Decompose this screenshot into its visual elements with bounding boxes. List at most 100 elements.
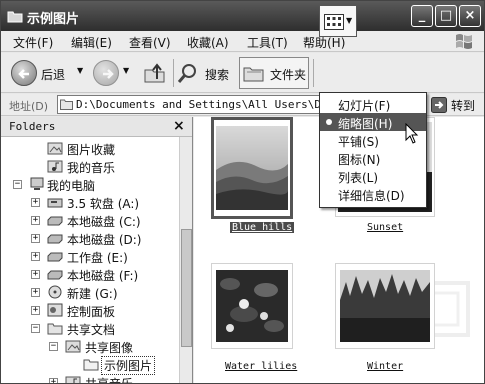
go-button[interactable]: 转到	[429, 96, 483, 114]
window-title: 示例图片	[27, 12, 80, 27]
floppy-drive-icon	[47, 198, 63, 208]
folders-pane: Folders × 图片收藏 我的音乐 − 我的电脑 + 3.5 软盘 (A:)…	[1, 117, 193, 383]
thumbnail-caption[interactable]: Winter	[367, 361, 403, 372]
menu-bar: 文件(F) 编辑(E) 查看(V) 收藏(A) 工具(T) 帮助(H)	[1, 31, 484, 52]
folders-button[interactable]: 文件夹	[239, 57, 309, 89]
tree-item-my-computer[interactable]: − 我的电脑	[1, 175, 179, 193]
cd-drive-icon	[48, 285, 62, 299]
toolbar-separator	[173, 59, 174, 87]
scrollbar-thumb[interactable]	[181, 229, 192, 347]
expand-icon[interactable]: +	[31, 270, 40, 279]
folders-label: 文件夹	[270, 68, 307, 82]
tree-item-label: 共享音乐	[85, 375, 133, 383]
expand-icon[interactable]: +	[31, 306, 40, 315]
tree-item-drive-c[interactable]: + 本地磁盘 (C:)	[1, 211, 179, 229]
collapse-icon[interactable]: −	[49, 342, 58, 351]
back-dropdown-icon[interactable]: ▼	[77, 66, 83, 75]
tree-item-label: 我的电脑	[47, 179, 96, 193]
views-grid-icon	[324, 14, 344, 30]
thumbnail-water-lilies[interactable]	[211, 263, 293, 349]
tree-item-control-panel[interactable]: + 控制面板	[1, 301, 179, 319]
address-label: 地址(D)	[9, 100, 49, 113]
pictures-folder-icon	[47, 142, 63, 155]
views-menu-item-label: 图标(N)	[338, 153, 381, 167]
tree-item-floppy[interactable]: + 3.5 软盘 (A:)	[1, 193, 179, 211]
tree-item-label: 工作盘 (E:)	[67, 251, 128, 265]
folders-scrollbar[interactable]	[179, 137, 192, 383]
menu-file[interactable]: 文件(F)	[13, 34, 53, 51]
maximize-button[interactable]: □	[435, 5, 457, 27]
collapse-icon[interactable]: −	[31, 324, 40, 333]
tree-item-label: 3.5 软盘 (A:)	[67, 197, 140, 211]
selected-bullet-icon	[326, 119, 332, 125]
address-input[interactable]: D:\Documents and Settings\All Users\Docu…	[57, 95, 327, 114]
thumbnail-blue-hills[interactable]	[211, 117, 293, 219]
collapse-icon[interactable]: −	[13, 180, 22, 189]
tree-item-label: 控制面板	[67, 305, 116, 319]
thumbnail-winter[interactable]	[335, 263, 435, 349]
explorer-window: 示例图片 _ □ × 文件(F) 编辑(E) 查看(V) 收藏(A) 工具(T)…	[0, 0, 485, 384]
tree-item-label: 我的音乐	[67, 161, 116, 175]
views-menu-item-label: 列表(L)	[338, 171, 379, 185]
thumbnail-caption[interactable]: Water lilies	[225, 361, 297, 372]
search-button[interactable]: 搜索	[177, 57, 233, 89]
tree-item-label: 新建 (G:)	[67, 287, 118, 301]
expand-icon[interactable]: +	[31, 252, 40, 261]
tree-item-label: 本地磁盘 (F:)	[67, 269, 139, 283]
thumbnail-caption[interactable]: Sunset	[367, 222, 403, 233]
title-bar[interactable]: 示例图片 _ □ ×	[1, 1, 484, 31]
tree-item-label: 共享文档	[67, 323, 116, 337]
tree-item-shared-docs[interactable]: − 共享文档	[1, 319, 179, 337]
expand-icon[interactable]: +	[49, 378, 58, 383]
forward-arrow-icon	[93, 60, 119, 86]
expand-icon[interactable]: +	[31, 198, 40, 207]
up-folder-icon	[144, 63, 165, 83]
toolbar: 后退 ▼ ▼ 搜索 文件夹	[1, 53, 484, 93]
search-label: 搜索	[205, 68, 230, 82]
tree-item-drive-f[interactable]: + 本地磁盘 (F:)	[1, 265, 179, 283]
menu-edit[interactable]: 编辑(E)	[71, 34, 112, 51]
tree-item-shared-music[interactable]: + 共享音乐	[1, 373, 179, 383]
tree-item-shared-pictures[interactable]: − 共享图像	[1, 337, 179, 355]
windows-flag-icon	[456, 34, 472, 49]
expand-icon[interactable]: +	[31, 216, 40, 225]
tree-item-music[interactable]: 我的音乐	[1, 157, 179, 175]
tree-item-drive-d[interactable]: + 本地磁盘 (D:)	[1, 229, 179, 247]
folders-pane-header: Folders ×	[1, 117, 192, 137]
tree-item-label: 本地磁盘 (D:)	[67, 233, 142, 247]
tree-item-pictures[interactable]: 图片收藏	[1, 139, 179, 157]
expand-icon[interactable]: +	[31, 288, 40, 297]
expand-icon[interactable]: +	[31, 234, 40, 243]
go-label: 转到	[451, 99, 476, 113]
close-icon[interactable]: ×	[173, 118, 185, 134]
views-menu-item-filmstrip[interactable]: 幻灯片(F)	[320, 95, 426, 113]
folders-pane-title: Folders	[9, 120, 56, 133]
hard-drive-icon	[47, 252, 63, 262]
views-menu-item-details[interactable]: 详细信息(D)	[320, 185, 426, 203]
back-button[interactable]: 后退 ▼	[7, 57, 91, 89]
go-arrow-icon	[431, 97, 447, 113]
up-button[interactable]	[141, 57, 169, 89]
views-menu-item-label: 幻灯片(F)	[338, 99, 391, 113]
water-lilies-image	[216, 270, 288, 342]
music-folder-icon	[47, 160, 63, 173]
views-menu-item-icons[interactable]: 图标(N)	[320, 149, 426, 167]
back-arrow-icon	[11, 60, 37, 86]
views-button[interactable]: ▼	[319, 5, 357, 37]
menu-view[interactable]: 查看(V)	[129, 34, 171, 51]
views-menu-item-label: 平铺(S)	[338, 135, 379, 149]
forward-button[interactable]: ▼	[93, 57, 137, 89]
thumbnail-caption[interactable]: Blue hills	[230, 222, 295, 233]
hard-drive-icon	[47, 216, 63, 226]
tree-item-drive-e[interactable]: + 工作盘 (E:)	[1, 247, 179, 265]
views-menu-item-list[interactable]: 列表(L)	[320, 167, 426, 185]
menu-favorites[interactable]: 收藏(A)	[187, 34, 229, 51]
tree-item-sample-pictures[interactable]: 示例图片	[1, 355, 179, 375]
folder-tree: 图片收藏 我的音乐 − 我的电脑 + 3.5 软盘 (A:) + 本地磁盘 (C…	[1, 139, 179, 383]
forward-dropdown-icon[interactable]: ▼	[123, 66, 129, 75]
minimize-button[interactable]: _	[411, 5, 433, 27]
tree-item-drive-g[interactable]: + 新建 (G:)	[1, 283, 179, 301]
blue-hills-image	[216, 126, 288, 210]
close-button[interactable]: ×	[459, 5, 481, 27]
menu-tools[interactable]: 工具(T)	[247, 34, 288, 51]
